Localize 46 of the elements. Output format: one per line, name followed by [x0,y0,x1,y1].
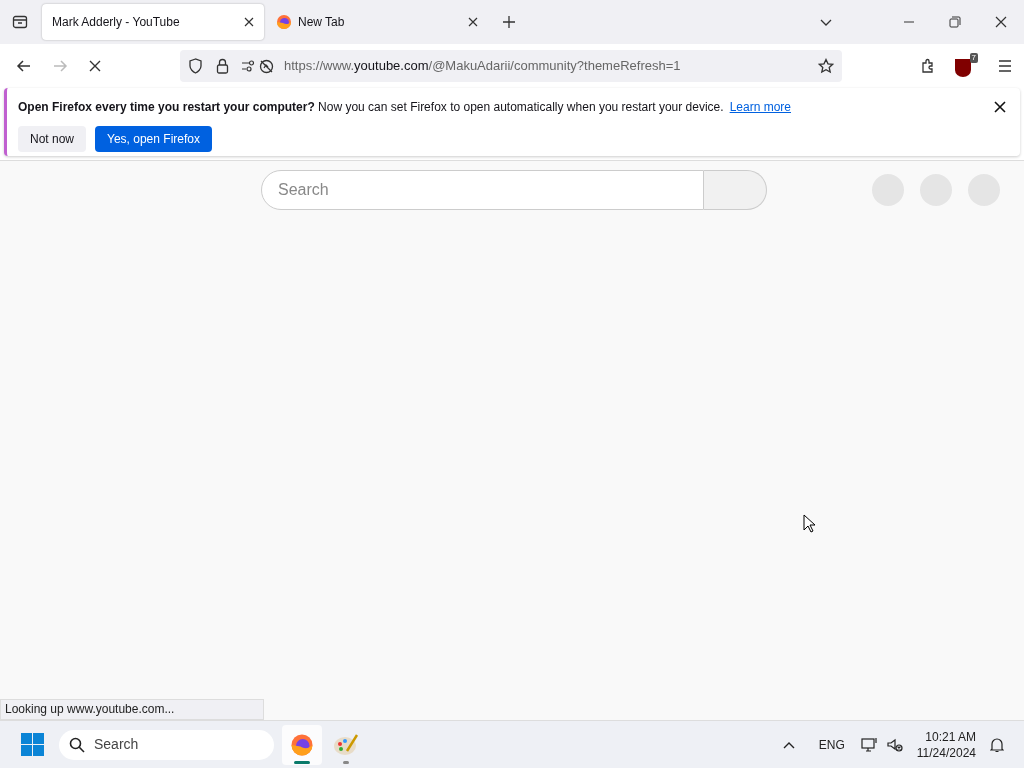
close-icon[interactable] [994,101,1006,113]
taskbar-app-button[interactable] [282,724,322,765]
close-tab-icon[interactable] [244,17,254,27]
search-placeholder: Search [94,735,139,754]
restore-icon[interactable] [949,16,961,28]
taskbar-search-field[interactable]: Search [59,729,274,760]
dismiss-button[interactable]: Not now [18,126,87,152]
notification-message: Open Firefox every time you restart your computer? Now you can set Firefox to open automatically when you restart your device. [18,99,724,116]
windows-start-icon[interactable] [21,733,44,756]
extension-badge: 7 [969,53,978,63]
tab-list-icon[interactable] [12,14,28,30]
learn-more-link[interactable]: Learn more [729,98,791,116]
close-icon[interactable] [995,16,1007,28]
search-placeholder: Search [278,180,329,200]
speaker-muted-icon[interactable] [886,737,903,752]
mouse-cursor-icon [803,514,816,533]
chevron-up-icon[interactable] [782,740,795,749]
ublock-extension-button[interactable]: 7 [952,53,978,79]
browser-tab[interactable]: New Tab [266,4,488,40]
confirm-button[interactable]: Yes, open Firefox [95,126,212,152]
palette-icon [333,732,359,757]
back-icon[interactable] [16,58,32,74]
notifications-bell-icon[interactable] [990,736,1004,753]
firefox-icon [276,14,292,30]
shield-icon [955,59,971,77]
bookmark-star-icon[interactable] [818,58,834,74]
stop-icon[interactable] [88,59,102,73]
new-tab-icon[interactable] [502,15,516,29]
clock-time[interactable]: 10:21 AM [925,728,976,745]
network-icon[interactable] [860,736,879,753]
address-bar[interactable]: https://www.youtube.com/@MakuAdarii/community?themeRefresh=1 [180,50,842,82]
extensions-icon[interactable] [920,58,936,74]
language-indicator[interactable]: ENG [818,735,845,754]
status-text: Looking up www.youtube.com... [0,699,264,720]
permissions-icon[interactable] [241,60,255,72]
lock-icon[interactable] [216,58,229,74]
search-field[interactable]: Search [261,170,704,210]
shield-icon[interactable] [188,58,203,74]
browser-tab[interactable]: Mark Adderly - YouTube [42,4,264,40]
tracking-blocked-icon[interactable] [259,58,274,74]
firefox-icon [290,732,314,757]
close-tab-icon[interactable] [468,17,478,27]
menu-icon[interactable] [998,60,1012,72]
clock-date[interactable]: 11/24/2024 [916,744,976,761]
search-icon [69,736,85,753]
url-text[interactable]: https://www.youtube.com/@MakuAdarii/community?themeRefresh=1 [284,56,681,76]
